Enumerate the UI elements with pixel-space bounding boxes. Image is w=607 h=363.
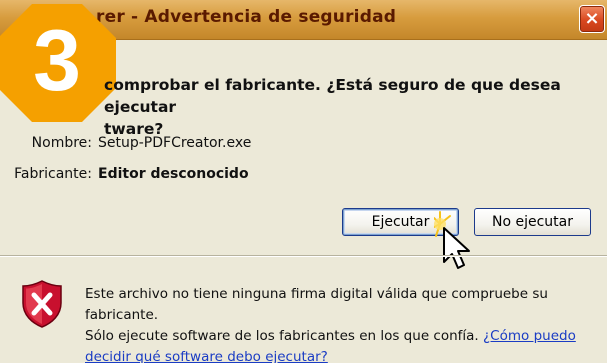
publisher-row: Fabricante: Editor desconocido bbox=[0, 166, 249, 182]
name-value: Setup-PDFCreator.exe bbox=[98, 135, 252, 151]
warning-line-2-text: Sólo ejecute software de los fabricantes… bbox=[85, 328, 484, 344]
name-label: Nombre: bbox=[31, 135, 92, 151]
step-number: 3 bbox=[33, 13, 81, 109]
help-link-part-2[interactable]: decidir qué software debo ejecutar? bbox=[85, 349, 328, 363]
warning-line-1: Este archivo no tiene ninguna firma digi… bbox=[85, 286, 548, 323]
close-button[interactable]: × bbox=[579, 5, 605, 33]
window-title: rer - Advertencia de seguridad bbox=[96, 7, 397, 27]
step-badge: 3 bbox=[0, 0, 120, 124]
publisher-label: Fabricante: bbox=[14, 166, 92, 182]
separator bbox=[0, 255, 607, 257]
warning-line-2: Sólo ejecute software de los fabricantes… bbox=[85, 326, 601, 347]
warning-message: Este archivo no tiene ninguna firma digi… bbox=[85, 284, 601, 363]
name-row: Nombre: Setup-PDFCreator.exe bbox=[0, 135, 252, 151]
dont-run-button[interactable]: No ejecutar bbox=[474, 208, 591, 236]
warning-line-3: decidir qué software debo ejecutar? bbox=[85, 347, 601, 363]
publisher-value: Editor desconocido bbox=[98, 166, 249, 182]
close-icon: × bbox=[584, 8, 600, 29]
dialog-heading: comprobar el fabricante. ¿Está seguro de… bbox=[104, 74, 599, 140]
pointer-cursor-icon bbox=[434, 211, 470, 269]
shield-x-icon bbox=[22, 280, 62, 328]
help-link-part-1[interactable]: ¿Cómo puedo bbox=[483, 328, 576, 344]
heading-line-1: comprobar el fabricante. ¿Está seguro de… bbox=[104, 76, 561, 116]
